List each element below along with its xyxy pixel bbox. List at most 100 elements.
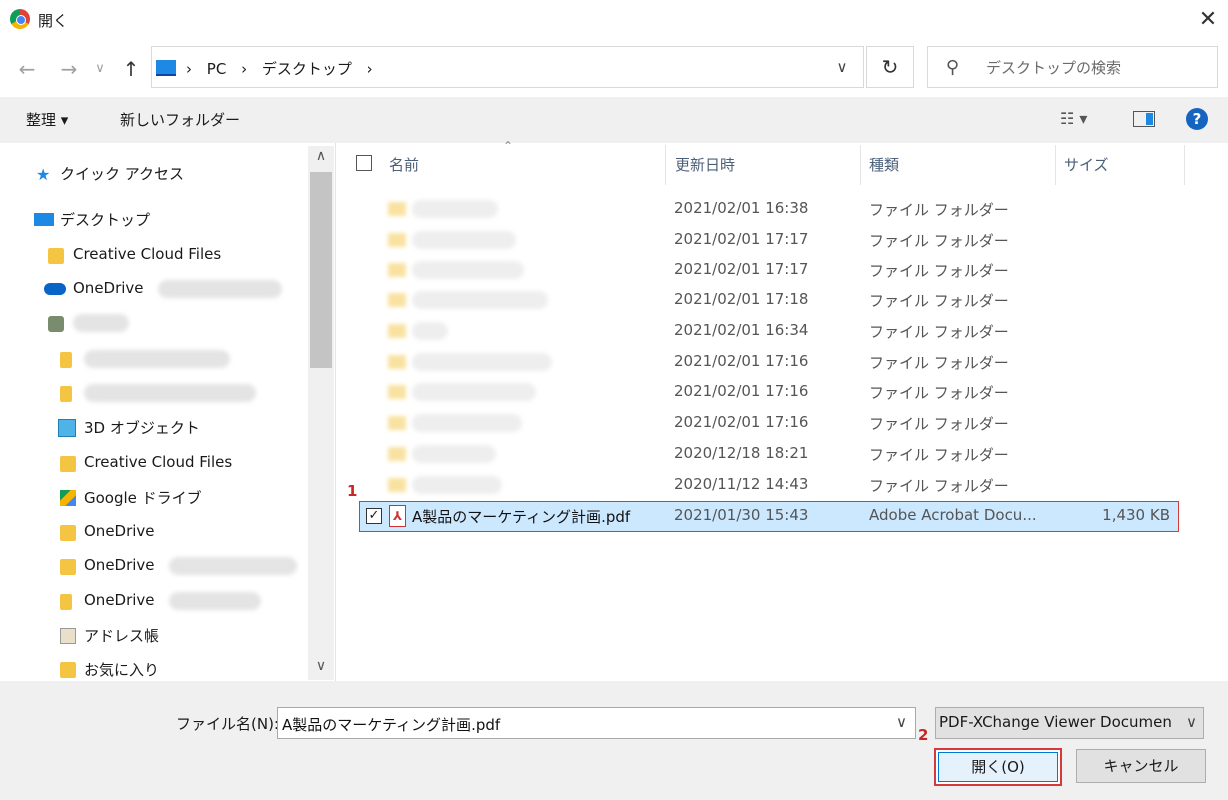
- chevron-down-icon[interactable]: ∨: [896, 713, 907, 731]
- selected-file-row[interactable]: ✓ ⅄ A製品のマーケティング計画.pdf 2021/01/30 15:43 A…: [359, 501, 1179, 532]
- sidebar-item-blurred-folder[interactable]: [60, 349, 230, 368]
- 3d-cube-icon: [58, 419, 76, 437]
- column-separator[interactable]: [860, 145, 861, 185]
- column-header-name[interactable]: 名前: [389, 154, 419, 175]
- cancel-button[interactable]: キャンセル: [1076, 749, 1206, 783]
- onedrive-folder-icon: [60, 559, 76, 575]
- favorites-folder-icon: [60, 662, 76, 678]
- sidebar-item-google-drive[interactable]: Google ドライブ: [60, 487, 202, 508]
- sidebar-item-blurred-folder[interactable]: [60, 383, 256, 402]
- folder-icon: [388, 293, 406, 307]
- window-title: 開く: [38, 12, 69, 30]
- folder-icon: [388, 263, 406, 277]
- sidebar-item-onedrive-3[interactable]: OneDrive: [60, 556, 298, 575]
- chevron-down-icon[interactable]: ∨: [1186, 713, 1197, 731]
- up-arrow-icon[interactable]: ↑: [116, 52, 146, 86]
- breadcrumb-desktop[interactable]: デスクトップ: [262, 60, 352, 78]
- column-separator[interactable]: [1055, 145, 1056, 185]
- creative-cloud-folder-icon: [48, 248, 64, 264]
- address-bar[interactable]: › PC › デスクトップ ›: [151, 46, 864, 88]
- column-header-type[interactable]: 種類: [869, 154, 899, 175]
- chrome-icon: [10, 9, 30, 29]
- search-input[interactable]: [984, 47, 1213, 89]
- sidebar-item-address-book[interactable]: アドレス帳: [60, 625, 159, 646]
- table-row[interactable]: 2021/02/01 17:16 ファイル フォルダー: [360, 409, 1180, 439]
- pdf-file-icon: ⅄: [389, 505, 406, 527]
- table-row[interactable]: 2021/02/01 16:38 ファイル フォルダー: [360, 195, 1180, 225]
- table-row[interactable]: 2021/02/01 17:18 ファイル フォルダー: [360, 286, 1180, 316]
- folder-icon: [388, 202, 406, 216]
- file-type: Adobe Acrobat Docu...: [869, 506, 1037, 524]
- table-row[interactable]: 2021/02/01 17:17 ファイル フォルダー: [360, 226, 1180, 256]
- command-bar: 整理 ▾ 新しいフォルダー ☷ ▾ ?: [0, 97, 1228, 143]
- open-button[interactable]: 開く(O): [934, 748, 1062, 786]
- onedrive-cloud-icon: [44, 283, 66, 295]
- pane-divider[interactable]: [335, 143, 336, 681]
- sidebar-scroll-thumb[interactable]: [310, 172, 332, 368]
- file-name: A製品のマーケティング計画.pdf: [412, 508, 631, 526]
- column-header-date[interactable]: 更新日時: [675, 154, 735, 175]
- close-button[interactable]: ✕: [1188, 0, 1228, 40]
- row-type: ファイル フォルダー: [869, 446, 1009, 464]
- organize-button[interactable]: 整理 ▾: [26, 109, 68, 130]
- sidebar-item-label: OneDrive: [84, 522, 155, 540]
- column-header-size[interactable]: サイズ: [1064, 154, 1109, 175]
- sidebar-item-favorites[interactable]: お気に入り: [60, 659, 159, 680]
- table-row[interactable]: 2021/02/01 17:16 ファイル フォルダー: [360, 348, 1180, 378]
- file-name-input[interactable]: [280, 708, 884, 740]
- refresh-button[interactable]: ↻: [866, 46, 914, 88]
- sidebar-item-label: お気に入り: [84, 661, 160, 679]
- breadcrumb-separator-icon: ›: [366, 60, 373, 78]
- sidebar-item-3d-objects[interactable]: 3D オブジェクト: [58, 417, 200, 438]
- sidebar-item-label: OneDrive: [84, 556, 155, 574]
- scroll-up-icon[interactable]: ∧: [308, 148, 334, 164]
- breadcrumb-pc[interactable]: PC: [207, 60, 227, 78]
- back-arrow-icon[interactable]: ←: [12, 52, 42, 86]
- table-row[interactable]: 2020/11/12 14:43 ファイル フォルダー: [360, 471, 1180, 501]
- row-type: ファイル フォルダー: [869, 232, 1009, 250]
- sidebar-item-creative-cloud-2[interactable]: Creative Cloud Files: [60, 453, 232, 472]
- row-date: 2021/02/01 17:16: [674, 352, 809, 370]
- forward-arrow-icon[interactable]: →: [54, 52, 84, 86]
- row-type: ファイル フォルダー: [869, 292, 1009, 310]
- new-folder-button[interactable]: 新しいフォルダー: [120, 109, 240, 130]
- table-row[interactable]: 2021/02/01 17:17 ファイル フォルダー: [360, 256, 1180, 286]
- blurred-account-label: [158, 279, 283, 298]
- select-all-checkbox[interactable]: [356, 155, 372, 171]
- sidebar-item-creative-cloud[interactable]: Creative Cloud Files: [48, 245, 221, 264]
- sidebar-item-onedrive-2[interactable]: OneDrive: [60, 522, 155, 541]
- scroll-down-icon[interactable]: ∨: [308, 658, 334, 674]
- address-dropdown-icon[interactable]: ∨: [820, 46, 864, 88]
- row-type: ファイル フォルダー: [869, 384, 1009, 402]
- help-icon[interactable]: ?: [1186, 108, 1208, 130]
- file-name-combobox: ∨: [277, 707, 916, 740]
- table-row[interactable]: 2020/12/18 18:21 ファイル フォルダー: [360, 440, 1180, 470]
- sort-ascending-icon: ⌃: [503, 139, 514, 153]
- blurred-folder-name: [412, 321, 448, 340]
- sidebar-item-onedrive-4[interactable]: OneDrive: [60, 591, 262, 610]
- sidebar-item-label: OneDrive: [84, 591, 155, 609]
- table-row[interactable]: 2021/02/01 16:34 ファイル フォルダー: [360, 317, 1180, 347]
- file-type-value: PDF-XChange Viewer Documen: [939, 713, 1172, 731]
- column-separator[interactable]: [1184, 145, 1185, 185]
- blurred-folder-name: [412, 444, 496, 463]
- table-row[interactable]: 2021/02/01 17:16 ファイル フォルダー: [360, 378, 1180, 408]
- row-date: 2021/02/01 17:16: [674, 382, 809, 400]
- recent-locations-icon[interactable]: ∨: [88, 52, 112, 86]
- row-type: ファイル フォルダー: [869, 262, 1009, 280]
- blurred-folder-name: [412, 382, 536, 401]
- file-type-select[interactable]: PDF-XChange Viewer Documen ∨: [935, 707, 1204, 739]
- folder-icon: [60, 386, 72, 402]
- row-type: ファイル フォルダー: [869, 323, 1009, 341]
- sidebar-item-onedrive[interactable]: OneDrive: [44, 279, 283, 298]
- column-separator[interactable]: [665, 145, 666, 185]
- preview-pane-icon[interactable]: [1133, 111, 1155, 127]
- sidebar-item-desktop[interactable]: デスクトップ: [34, 209, 150, 230]
- sidebar-item-label: 3D オブジェクト: [84, 419, 200, 437]
- blurred-folder-name: [412, 260, 524, 279]
- view-options-icon[interactable]: ☷ ▾: [1060, 109, 1087, 128]
- sidebar-item-quick-access[interactable]: ★ クイック アクセス: [36, 163, 184, 184]
- row-date: 2021/02/01 17:16: [674, 413, 809, 431]
- sidebar-item-user[interactable]: [48, 313, 129, 332]
- row-checkbox[interactable]: ✓: [366, 508, 382, 524]
